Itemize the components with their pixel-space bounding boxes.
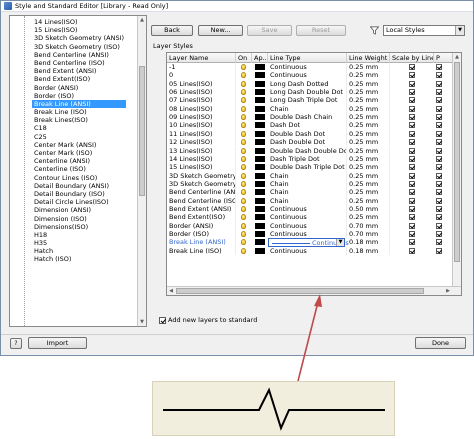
callout-arrow [297,294,322,382]
break-line-symbol-icon [163,387,385,431]
break-line-symbol-preview [152,381,395,436]
